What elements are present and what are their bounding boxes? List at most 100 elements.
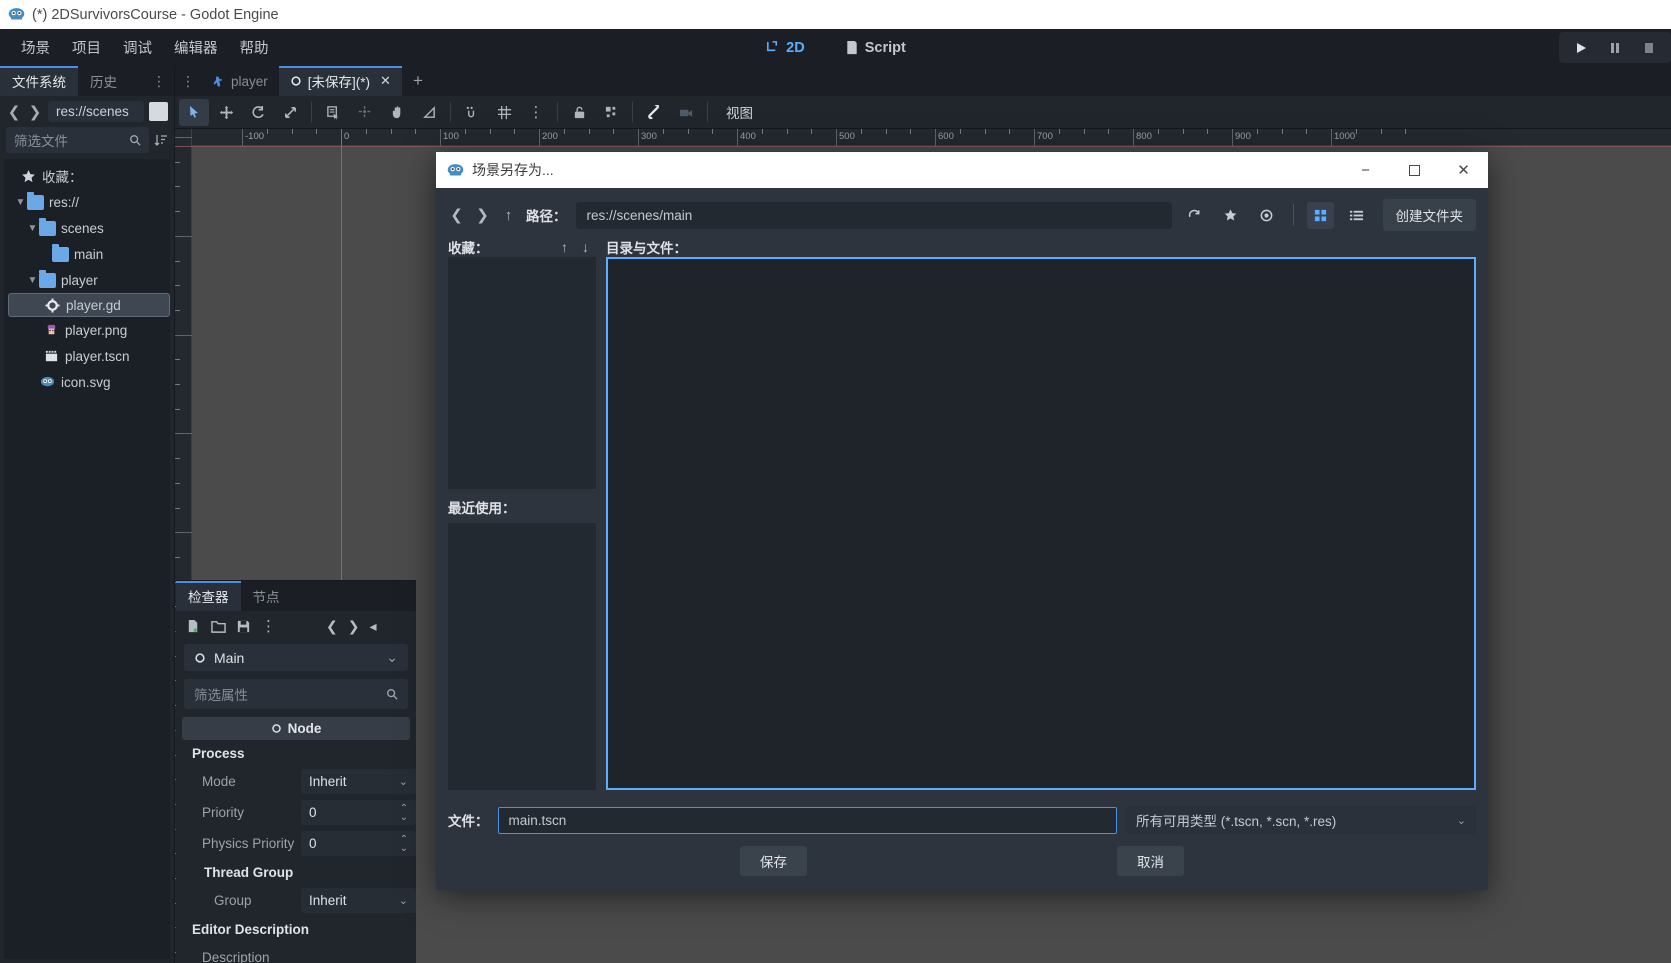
tab-filesystem[interactable]: 文件系统 bbox=[0, 66, 78, 96]
pan-tool[interactable] bbox=[382, 99, 412, 126]
history-back-button[interactable]: ❮ bbox=[326, 618, 338, 635]
toggle-favorite-button[interactable] bbox=[1217, 202, 1244, 229]
property-value-spinbox[interactable]: 0 ⌃ ⌄ bbox=[301, 831, 416, 856]
pivot-tool[interactable] bbox=[350, 99, 380, 126]
recent-list[interactable] bbox=[448, 523, 596, 790]
move-tool[interactable] bbox=[211, 99, 241, 126]
tree-item-player-gd[interactable]: player.gd bbox=[8, 293, 170, 317]
create-folder-button[interactable]: 创建文件夹 bbox=[1382, 199, 1476, 231]
scene-tabs-menu-button[interactable]: ⋮ bbox=[175, 66, 201, 96]
parent-dir-button[interactable]: ↑ bbox=[500, 207, 517, 224]
menu-scene[interactable]: 场景 bbox=[10, 33, 61, 62]
tree-item-main[interactable]: main bbox=[4, 241, 170, 267]
editor-tab-player[interactable]: player bbox=[201, 66, 279, 96]
expand-arrow-icon[interactable]: ▼ bbox=[14, 197, 27, 208]
property-row-physics-priority[interactable]: Physics Priority 0 ⌃ ⌄ bbox=[176, 828, 416, 859]
rotate-tool[interactable] bbox=[243, 99, 273, 126]
list-view-button[interactable] bbox=[1343, 202, 1370, 229]
ruler-tool[interactable] bbox=[414, 99, 444, 126]
fs-forward-button[interactable]: ❯ bbox=[27, 103, 43, 121]
snap-mode-button[interactable] bbox=[457, 99, 487, 126]
menu-editor[interactable]: 编辑器 bbox=[163, 33, 229, 62]
save-resource-button[interactable] bbox=[236, 619, 251, 634]
tree-item-favorites[interactable]: 收藏： bbox=[4, 163, 170, 189]
dialog-path-input[interactable]: res://scenes/main bbox=[575, 201, 1172, 229]
tab-history[interactable]: 历史 bbox=[78, 66, 129, 96]
menu-help[interactable]: 帮助 bbox=[229, 33, 280, 62]
minimize-button[interactable]: − bbox=[1341, 152, 1390, 188]
refresh-button[interactable] bbox=[1181, 202, 1208, 229]
grid-view-button[interactable] bbox=[1306, 201, 1334, 229]
filesystem-tree[interactable]: 收藏： ▼ res:// ▼ scenes main ▼ player play… bbox=[4, 159, 170, 959]
property-row-mode[interactable]: Mode Inherit ⌄ bbox=[176, 766, 416, 797]
lock-button[interactable] bbox=[564, 99, 594, 126]
menu-project[interactable]: 项目 bbox=[61, 33, 112, 62]
select-tool[interactable] bbox=[179, 98, 209, 126]
history-forward-button[interactable]: ❯ bbox=[348, 618, 360, 635]
grid-snap-button[interactable] bbox=[489, 99, 519, 126]
play-button[interactable] bbox=[1565, 34, 1597, 61]
skeleton-button[interactable] bbox=[639, 99, 669, 126]
editor-tab-add-button[interactable]: + bbox=[402, 66, 434, 96]
expand-arrow-icon[interactable]: ▼ bbox=[26, 275, 39, 286]
property-row-priority[interactable]: Priority 0 ⌃ ⌄ bbox=[176, 797, 416, 828]
stop-button[interactable] bbox=[1633, 34, 1665, 61]
spinner-icon[interactable]: ⌃ ⌄ bbox=[400, 803, 408, 822]
expand-arrow-icon[interactable]: ▼ bbox=[26, 223, 39, 234]
file-name-input[interactable]: main.tscn bbox=[497, 806, 1117, 834]
property-value-dropdown[interactable]: Inherit ⌄ bbox=[301, 769, 416, 794]
mode-button-script[interactable]: Script bbox=[835, 36, 916, 60]
save-button[interactable]: 保存 bbox=[740, 846, 807, 876]
tree-item-player-png[interactable]: player.png bbox=[4, 317, 170, 343]
ruler-tick bbox=[175, 482, 180, 484]
camera-override-button[interactable] bbox=[671, 99, 701, 126]
sort-options-icon[interactable] bbox=[154, 133, 168, 147]
property-filter-input[interactable]: 筛选属性 bbox=[184, 679, 408, 709]
tree-item-icon-svg[interactable]: icon.svg bbox=[4, 369, 170, 395]
move-favorite-down-button[interactable]: ↓ bbox=[575, 239, 596, 255]
menu-debug[interactable]: 调试 bbox=[112, 33, 163, 62]
fs-toggle-split-button[interactable] bbox=[149, 102, 168, 121]
property-row-group[interactable]: Group Inherit ⌄ bbox=[176, 885, 416, 916]
pause-button[interactable] bbox=[1599, 34, 1631, 61]
tree-item-player[interactable]: ▼ player bbox=[4, 267, 170, 293]
maximize-button[interactable] bbox=[1390, 152, 1439, 188]
property-row-description[interactable]: Description bbox=[176, 942, 416, 963]
dialog-back-button[interactable]: ❮ bbox=[448, 206, 465, 224]
fs-path-field[interactable]: res://scenes bbox=[48, 101, 144, 122]
mode-button-2d[interactable]: 2D bbox=[755, 36, 815, 60]
close-button[interactable]: ✕ bbox=[1439, 152, 1488, 188]
scale-tool[interactable] bbox=[275, 99, 305, 126]
file-type-filter-select[interactable]: 所有可用类型 (*.tscn, *.scn, *.res) ⌄ bbox=[1126, 805, 1476, 835]
inspector-selected-node[interactable]: Main ⌄ bbox=[184, 644, 408, 671]
property-value-spinbox[interactable]: 0 ⌃ ⌄ bbox=[301, 800, 416, 825]
editor-tab-unsaved[interactable]: [未保存](*) ✕ bbox=[278, 66, 403, 96]
fs-filter-input[interactable]: 筛选文件 bbox=[6, 127, 149, 153]
spinner-icon[interactable]: ⌃ ⌄ bbox=[400, 834, 408, 853]
favorites-list[interactable] bbox=[448, 257, 596, 490]
move-favorite-up-button[interactable]: ↑ bbox=[554, 239, 575, 255]
tab-node[interactable]: 节点 bbox=[241, 581, 292, 611]
load-resource-button[interactable] bbox=[211, 619, 226, 634]
toggle-hidden-files-button[interactable] bbox=[1253, 202, 1280, 229]
new-resource-button[interactable] bbox=[186, 619, 201, 634]
tab-inspector[interactable]: 检查器 bbox=[176, 581, 241, 611]
close-icon[interactable]: ✕ bbox=[380, 73, 391, 89]
tree-item-res[interactable]: ▼ res:// bbox=[4, 189, 170, 215]
cancel-button[interactable]: 取消 bbox=[1117, 846, 1184, 876]
tree-item-player-tscn[interactable]: player.tscn bbox=[4, 343, 170, 369]
files-list[interactable] bbox=[606, 257, 1476, 790]
history-menu-button[interactable]: ◂ bbox=[369, 618, 376, 635]
inspector-menu-button[interactable]: ⋮ bbox=[261, 617, 276, 635]
tree-item-scenes[interactable]: ▼ scenes bbox=[4, 215, 170, 241]
fs-back-button[interactable]: ❮ bbox=[6, 103, 22, 121]
dialog-forward-button[interactable]: ❯ bbox=[474, 206, 491, 224]
view-menu-button[interactable]: 视图 bbox=[714, 102, 765, 122]
group-button[interactable] bbox=[596, 99, 626, 126]
snap-options-button[interactable]: ⋮ bbox=[521, 99, 551, 126]
property-value-dropdown[interactable]: Inherit ⌄ bbox=[301, 888, 416, 913]
filesystem-menu-button[interactable]: ⋮ bbox=[144, 66, 174, 96]
chevron-down-icon[interactable]: ⌄ bbox=[386, 649, 398, 666]
tree-label: 收藏： bbox=[42, 170, 83, 185]
list-select-tool[interactable] bbox=[318, 99, 348, 126]
